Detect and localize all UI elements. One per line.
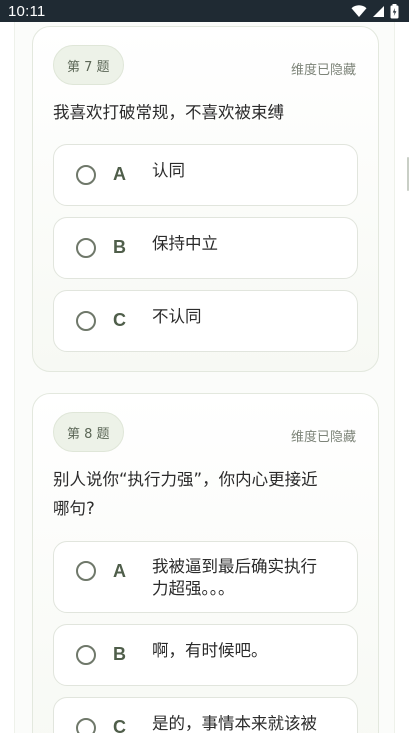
option-c[interactable]: C 不认同 (53, 290, 358, 352)
radio-button[interactable] (76, 561, 96, 581)
option-letter: B (113, 237, 126, 257)
option-letter: C (113, 310, 126, 330)
option-letter: A (113, 164, 126, 184)
option-text-line: 我被逼到最后确实执行 (152, 557, 317, 576)
radio-button[interactable] (76, 718, 96, 733)
radio-button[interactable] (76, 238, 96, 258)
option-letter: C (113, 717, 126, 733)
option-text: 是的，事情本来就该被 (152, 714, 317, 733)
question-card-7: 第 7 题 维度已隐藏 我喜欢打破常规，不喜欢被束缚 A 认同 B 保持中立 C… (32, 26, 379, 372)
option-text-line: 力超强。。。 (152, 579, 235, 598)
radio-button[interactable] (76, 311, 96, 331)
dimension-hidden-label: 维度已隐藏 (290, 63, 356, 78)
radio-button[interactable] (76, 645, 96, 665)
status-bar: 10:11 (0, 0, 409, 22)
wifi-icon (351, 4, 367, 17)
question-text-line: 别人说你“执行力强”，你内心更接近 (53, 470, 318, 489)
option-letter: A (113, 561, 126, 581)
option-b[interactable]: B 保持中立 (53, 217, 358, 279)
question-card-8: 第 8 题 维度已隐藏 别人说你“执行力强”，你内心更接近 哪句? A 我被逼到… (32, 393, 379, 733)
question-text-line: 哪句? (53, 499, 95, 518)
question-list[interactable]: 第 7 题 维度已隐藏 我喜欢打破常规，不喜欢被束缚 A 认同 B 保持中立 C… (0, 22, 409, 733)
option-b[interactable]: B 啊，有时候吧。 (53, 624, 358, 686)
option-a[interactable]: A 认同 (53, 144, 358, 206)
status-time: 10:11 (8, 2, 46, 20)
dimension-hidden-label: 维度已隐藏 (290, 430, 356, 445)
question-number-badge: 第 8 题 (53, 412, 124, 452)
option-text: 我被逼到最后确实执行 力超强。。。 (152, 556, 342, 600)
question-text: 我喜欢打破常规，不喜欢被束缚 (53, 103, 284, 122)
radio-button[interactable] (76, 165, 96, 185)
option-c[interactable]: C 是的，事情本来就该被 (53, 697, 358, 733)
option-text: 啊，有时候吧。 (152, 641, 268, 660)
question-number-badge: 第 7 题 (53, 45, 124, 85)
option-text: 保持中立 (152, 234, 218, 253)
cellular-signal-icon (373, 5, 384, 17)
question-text: 别人说你“执行力强”，你内心更接近 哪句? (53, 465, 358, 523)
battery-icon (390, 3, 399, 18)
option-a[interactable]: A 我被逼到最后确实执行 力超强。。。 (53, 541, 358, 613)
option-letter: B (113, 644, 126, 664)
status-icons (351, 3, 399, 19)
option-text: 认同 (152, 161, 185, 180)
option-text: 不认同 (152, 307, 202, 326)
